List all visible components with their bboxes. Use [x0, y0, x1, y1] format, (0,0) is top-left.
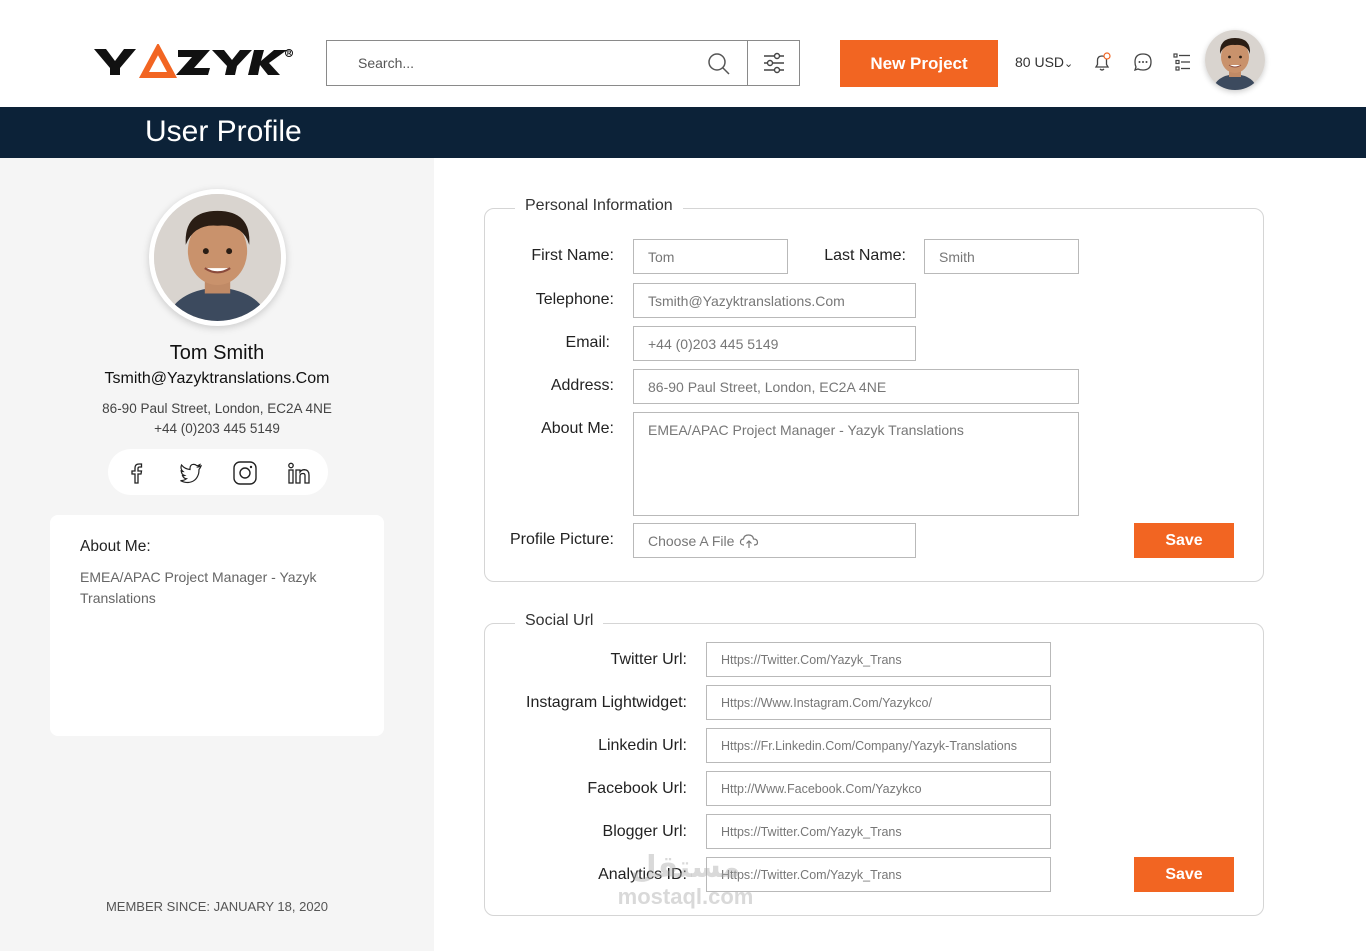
- user-avatar[interactable]: [1205, 30, 1265, 90]
- chat-icon[interactable]: [1133, 52, 1153, 72]
- social-links: [108, 449, 328, 495]
- profile-phone: +44 (0)203 445 5149: [154, 421, 280, 436]
- first-name-input[interactable]: [633, 239, 788, 274]
- first-name-label: First Name:: [531, 247, 614, 264]
- member-since: MEMBER SINCE: JANUARY 18, 2020: [105, 899, 329, 914]
- title-bar: User Profile: [0, 107, 1366, 158]
- cloud-upload-icon: [740, 533, 759, 548]
- social-url-legend: Social Url: [515, 612, 604, 630]
- email-label: Email:: [565, 334, 610, 351]
- instagram-lightwidget-label: Instagram Lightwidget:: [526, 694, 687, 711]
- currency-label: 80 USD: [1015, 54, 1065, 70]
- search-icon[interactable]: [707, 52, 731, 76]
- profile-picture-label: Profile Picture:: [509, 531, 614, 548]
- linkedin-url-label: Linkedin Url:: [598, 737, 687, 754]
- about-me-label: About Me:: [541, 420, 614, 437]
- about-me-text: EMEA/APAC Project Manager - Yazyk Transl…: [80, 569, 317, 606]
- search-box: [326, 40, 800, 86]
- profile-picture-file-input[interactable]: Choose A File: [633, 523, 916, 558]
- save-social-url-button[interactable]: Save: [1134, 857, 1234, 892]
- about-me-title: About Me:: [80, 538, 151, 555]
- facebook-url-label: Facebook Url:: [587, 780, 687, 797]
- chevron-down-icon: ⌄: [1064, 58, 1074, 70]
- email-input[interactable]: [633, 326, 916, 361]
- facebook-url-input[interactable]: [706, 771, 1051, 806]
- address-input[interactable]: [633, 369, 1079, 404]
- filter-button[interactable]: [747, 40, 800, 86]
- about-me-card: About Me: EMEA/APAC Project Manager - Ya…: [50, 515, 384, 736]
- telephone-label: Telephone:: [535, 291, 614, 308]
- telephone-input[interactable]: [633, 283, 916, 318]
- profile-email: Tsmith@Yazyktranslations.Com: [104, 370, 330, 387]
- twitter-url-label: Twitter Url:: [610, 651, 687, 668]
- blogger-url-label: Blogger Url:: [602, 823, 687, 840]
- last-name-label: Last Name:: [824, 247, 906, 264]
- yazyk-logo[interactable]: [92, 44, 297, 80]
- save-personal-info-button[interactable]: Save: [1134, 523, 1234, 558]
- page-title: User Profile: [145, 115, 302, 148]
- search-input[interactable]: [328, 42, 698, 84]
- currency-selector[interactable]: 80 USD⌄: [1015, 54, 1073, 70]
- personal-information-section: Personal Information First Name: Last Na…: [484, 197, 1264, 582]
- choose-file-text: Choose A File: [648, 532, 735, 549]
- blogger-url-input[interactable]: [706, 814, 1051, 849]
- linkedin-icon[interactable]: [286, 460, 312, 486]
- bell-icon[interactable]: [1092, 52, 1112, 72]
- watermark-arabic: مستقل: [630, 851, 741, 884]
- twitter-icon[interactable]: [178, 460, 204, 486]
- new-project-button[interactable]: New Project: [840, 40, 998, 87]
- profile-photo: [154, 194, 281, 321]
- profile-name: Tom Smith: [169, 342, 265, 364]
- watermark: مستقل mostaql.com: [598, 852, 773, 910]
- profile-avatar: [149, 189, 286, 326]
- instagram-lightwidget-input[interactable]: [706, 685, 1051, 720]
- task-list-icon[interactable]: [1172, 52, 1192, 72]
- profile-sidebar: Tom Smith Tsmith@Yazyktranslations.Com 8…: [0, 158, 434, 951]
- watermark-latin: mostaql.com: [617, 884, 754, 909]
- last-name-input[interactable]: [924, 239, 1079, 274]
- personal-information-legend: Personal Information: [515, 197, 683, 215]
- about-me-textarea[interactable]: EMEA/APAC Project Manager - Yazyk Transl…: [633, 412, 1079, 516]
- address-label: Address:: [550, 377, 614, 394]
- facebook-icon[interactable]: [124, 460, 150, 486]
- instagram-icon[interactable]: [232, 460, 258, 486]
- avatar-image: [1205, 30, 1265, 90]
- sliders-icon: [764, 52, 784, 74]
- linkedin-url-input[interactable]: [706, 728, 1051, 763]
- profile-address: 86-90 Paul Street, London, EC2A 4NE: [102, 401, 332, 416]
- twitter-url-input[interactable]: [706, 642, 1051, 677]
- top-header: New Project 80 USD⌄: [0, 0, 1366, 107]
